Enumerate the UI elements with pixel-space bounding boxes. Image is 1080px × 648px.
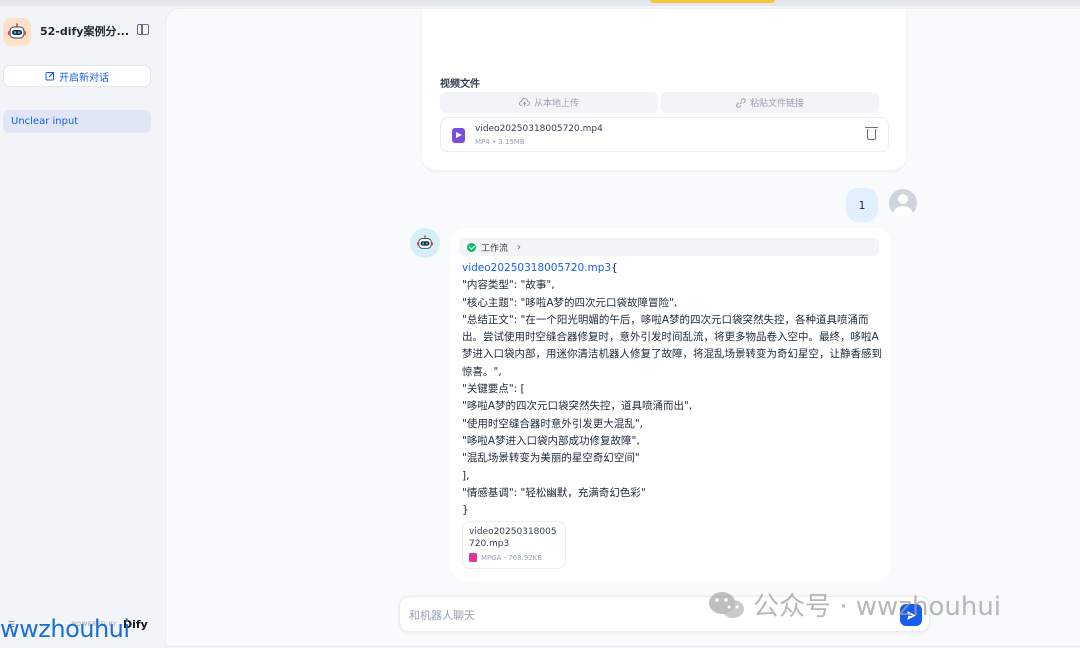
new-chat-label: 开启新对话 (59, 72, 109, 84)
video-file-label: 视频文件 (440, 79, 480, 90)
bot-answer-card: 工作流 › video20250318005720.mp3{ "内容类型": "… (451, 228, 890, 581)
user-avatar (889, 189, 917, 217)
paste-link-label: 粘贴文件链接 (749, 99, 804, 109)
cloud-upload-icon (519, 98, 530, 107)
attachment-name: video20250318005720.mp3 (469, 527, 557, 549)
sidebar: 52-dify案例分... 开启新对话 Unclear input ☰ POWE… (0, 6, 166, 648)
attachment-meta: MPGA · 768.92KB (481, 553, 543, 562)
sidebar-collapse-icon[interactable] (137, 24, 149, 35)
edit-icon (45, 71, 55, 81)
app-robot-icon (3, 18, 31, 46)
answer-text: video20250318005720.mp3{ "内容类型": "故事", "… (462, 260, 882, 519)
answer-attachment[interactable]: video20250318005720.mp3 MPGA · 768.92KB (462, 521, 566, 569)
app-title: 52-dify案例分... (40, 25, 130, 38)
workflow-label: 工作流 (481, 243, 509, 254)
conversation-label: Unclear input (11, 116, 79, 127)
watermark-right-text: 公众号 · wwzhouhui (753, 592, 1002, 622)
top-highlight-bar (650, 0, 775, 3)
video-file-icon (452, 128, 465, 143)
workflow-process-toggle[interactable]: 工作流 › (459, 238, 879, 256)
upload-local-button[interactable]: 从本地上传 (440, 92, 658, 113)
chevron-right-icon: › (517, 241, 522, 253)
user-message-text: 1 (858, 198, 866, 212)
answer-file-link[interactable]: video20250318005720.mp3 (462, 262, 611, 274)
file-meta: MP4 • 3.15MB (475, 138, 525, 146)
success-check-icon (467, 242, 476, 252)
audio-file-icon (469, 553, 477, 562)
watermark-left: wwzhouhui (0, 615, 130, 643)
uploaded-file-item: video20250318005720.mp4 MP4 • 3.15MB (440, 117, 889, 152)
wechat-logo-icon (709, 591, 744, 618)
delete-file-icon[interactable] (865, 127, 878, 140)
upload-local-label: 从本地上传 (533, 99, 579, 109)
new-chat-button[interactable]: 开启新对话 (3, 65, 151, 87)
file-name: video20250318005720.mp4 (475, 124, 603, 134)
paste-link-button[interactable]: 粘贴文件链接 (661, 92, 879, 113)
answer-body: { "内容类型": "故事", "核心主题": "哆啦A梦的四次元口袋故障冒险"… (462, 262, 882, 517)
user-message-bubble: 1 (846, 188, 878, 222)
bot-avatar-icon (410, 228, 440, 258)
input-form-card: 视频文件 从本地上传 粘贴文件链接 video20250318005720.mp… (422, 9, 906, 170)
watermark-wechat: 公众号 · wwzhouhui (707, 586, 1001, 623)
chat-main: 视频文件 从本地上传 粘贴文件链接 video20250318005720.mp… (166, 9, 1080, 646)
link-icon (736, 97, 746, 108)
conversation-item[interactable]: Unclear input (3, 110, 151, 133)
